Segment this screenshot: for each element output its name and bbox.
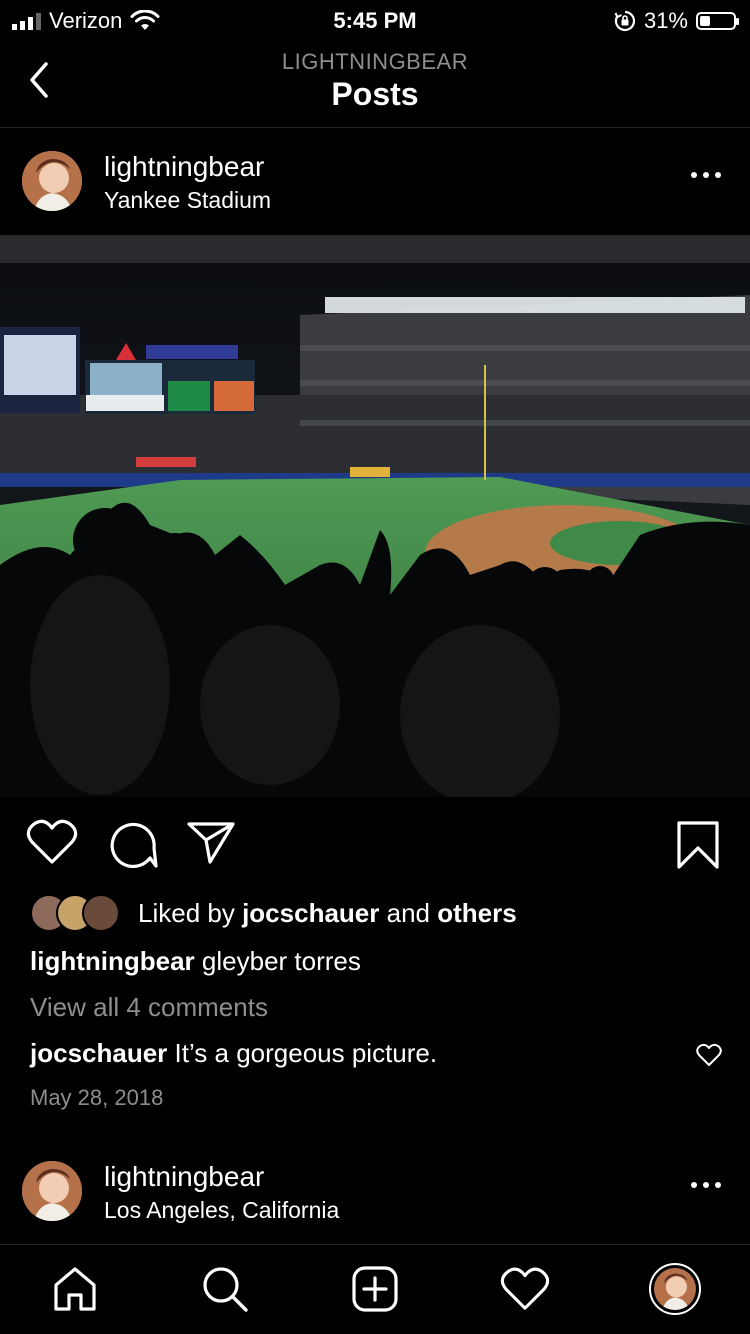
avatar xyxy=(649,1263,701,1315)
tab-home[interactable] xyxy=(49,1263,101,1315)
post-location[interactable]: Los Angeles, California xyxy=(104,1197,339,1224)
heart-icon xyxy=(500,1267,550,1310)
tab-search[interactable] xyxy=(199,1263,251,1315)
caption-username[interactable]: lightningbear xyxy=(30,946,195,976)
more-icon[interactable] xyxy=(688,1175,724,1195)
likes-prefix: Liked by xyxy=(138,897,235,928)
post-username[interactable]: lightningbear xyxy=(104,1161,264,1193)
next-post-header: lightningbear Los Angeles, California xyxy=(0,1139,750,1243)
post-photo[interactable] xyxy=(0,235,750,797)
battery-percent: 31% xyxy=(643,8,688,33)
avatar[interactable] xyxy=(22,151,82,211)
page-title: Posts xyxy=(331,76,419,112)
post-actions xyxy=(0,818,750,878)
likes-and: and xyxy=(386,897,430,928)
avatar[interactable] xyxy=(22,1161,82,1221)
heart-icon[interactable] xyxy=(696,1043,722,1067)
post-caption: lightningbear gleyber torres xyxy=(30,946,361,977)
heart-icon[interactable] xyxy=(26,818,78,866)
orientation-lock-icon xyxy=(614,10,636,32)
home-icon xyxy=(54,1267,96,1311)
more-icon[interactable] xyxy=(688,165,724,185)
bookmark-icon[interactable] xyxy=(676,820,720,870)
likes-text: Liked by jocschauer and others xyxy=(138,898,517,929)
view-all-comments-link[interactable]: View all 4 comments xyxy=(30,992,268,1023)
liker-username[interactable]: jocschauer xyxy=(242,898,379,928)
search-icon xyxy=(203,1267,248,1312)
comment-username[interactable]: jocschauer xyxy=(30,1038,167,1068)
likes-summary[interactable]: Liked by jocschauer and others xyxy=(30,893,517,933)
caption-text: gleyber torres xyxy=(201,946,361,976)
tab-activity[interactable] xyxy=(499,1263,551,1315)
comment: jocschauer It’s a gorgeous picture. xyxy=(30,1038,437,1069)
tab-new-post[interactable] xyxy=(349,1263,401,1315)
send-icon[interactable] xyxy=(186,818,236,866)
post-location[interactable]: Yankee Stadium xyxy=(104,187,271,214)
likes-others[interactable]: others xyxy=(437,898,516,928)
battery-icon xyxy=(696,12,739,30)
post-date: May 28, 2018 xyxy=(30,1085,164,1110)
liker-avatar xyxy=(82,894,120,932)
status-bar: Verizon 5:45 PM 31% xyxy=(0,0,750,40)
tab-profile[interactable] xyxy=(649,1263,701,1315)
add-post-icon xyxy=(352,1266,398,1312)
post-username[interactable]: lightningbear xyxy=(104,151,264,183)
profile-username-subtitle: LIGHTNINGBEAR xyxy=(281,49,469,74)
comment-icon[interactable] xyxy=(106,818,158,870)
status-right: 31% xyxy=(614,8,739,34)
tab-bar xyxy=(0,1244,750,1334)
post-header: lightningbear Yankee Stadium xyxy=(0,129,750,233)
comment-text: It’s a gorgeous picture. xyxy=(174,1038,438,1068)
nav-header: LIGHTNINGBEAR Posts xyxy=(0,40,750,128)
